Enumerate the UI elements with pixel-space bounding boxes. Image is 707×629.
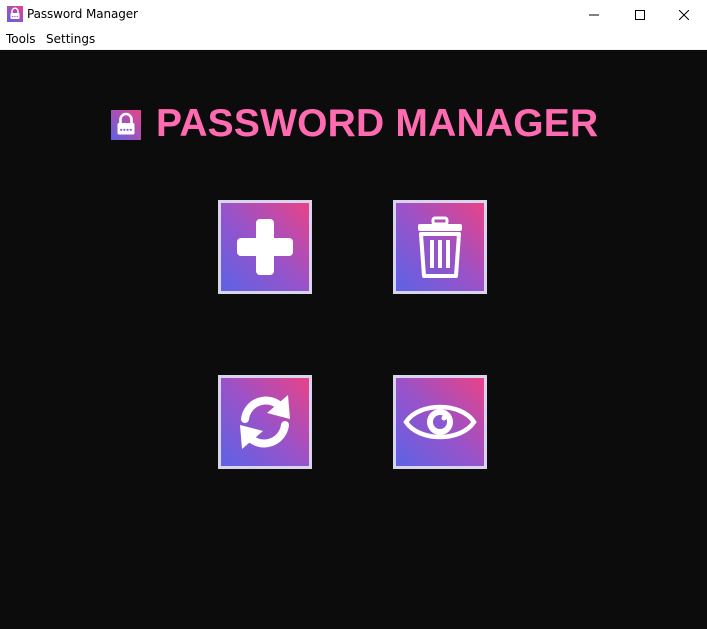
- plus-icon: [237, 219, 293, 275]
- refresh-icon: [240, 395, 290, 449]
- page-title: PASSWORD MANAGER: [156, 102, 599, 145]
- eye-icon: [403, 404, 477, 440]
- maximize-icon: [635, 9, 645, 20]
- menu-tools[interactable]: Tools: [5, 32, 37, 46]
- close-button[interactable]: [661, 0, 707, 29]
- minimize-icon: [589, 14, 599, 15]
- add-tile-face: [221, 203, 309, 291]
- trash-icon: [418, 216, 462, 278]
- add-password-button[interactable]: [218, 200, 312, 294]
- menu-bar: Tools Settings: [0, 29, 707, 50]
- view-passwords-button[interactable]: [393, 375, 487, 469]
- window-title: Password Manager: [27, 7, 138, 21]
- close-icon: [679, 9, 689, 20]
- title-bar: Password Manager: [0, 0, 707, 29]
- minimize-button[interactable]: [571, 0, 617, 29]
- menu-settings[interactable]: Settings: [45, 32, 96, 46]
- refresh-tile-face: [221, 378, 309, 466]
- delete-password-button[interactable]: [393, 200, 487, 294]
- padlock-icon: [7, 6, 23, 22]
- app-window: Password Manager Tools Settings PASSWORD…: [0, 0, 707, 629]
- maximize-button[interactable]: [617, 0, 663, 29]
- main-content: PASSWORD MANAGER: [0, 50, 707, 629]
- update-password-button[interactable]: [218, 375, 312, 469]
- view-tile-face: [396, 378, 484, 466]
- padlock-icon: [111, 110, 141, 140]
- delete-tile-face: [396, 203, 484, 291]
